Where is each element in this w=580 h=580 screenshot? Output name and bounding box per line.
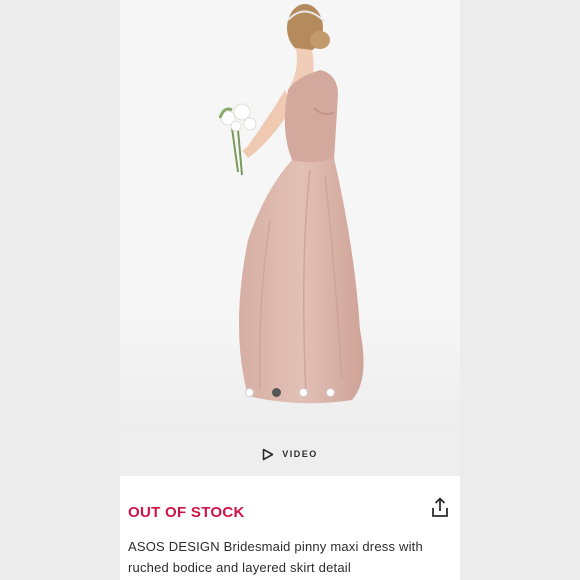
left-background [0, 0, 120, 580]
product-page: VIDEO OUT OF STOCK ASOS DESIGN Bridesmai… [120, 0, 460, 580]
carousel-dots [120, 388, 460, 398]
carousel-dot[interactable] [326, 388, 335, 397]
product-image-gallery[interactable] [120, 0, 460, 432]
video-label: VIDEO [282, 449, 318, 459]
video-button[interactable]: VIDEO [120, 432, 460, 476]
product-photo [120, 4, 460, 432]
stock-status: OUT OF STOCK [128, 504, 245, 521]
play-icon [262, 448, 274, 461]
product-info: OUT OF STOCK ASOS DESIGN Bridesmaid pinn… [120, 476, 460, 580]
carousel-dot[interactable] [299, 388, 308, 397]
carousel-dot[interactable] [245, 388, 254, 397]
carousel-dot-active[interactable] [272, 388, 281, 397]
right-background [460, 0, 580, 580]
share-icon[interactable] [428, 496, 452, 520]
product-title: ASOS DESIGN Bridesmaid pinny maxi dress … [128, 539, 423, 575]
